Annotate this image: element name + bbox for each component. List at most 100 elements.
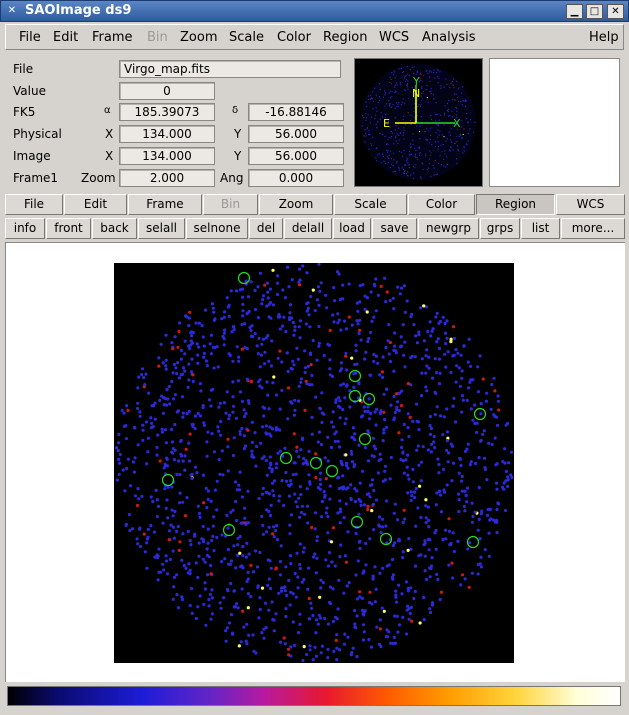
- image-pixel: [425, 348, 429, 352]
- image-pixel: [212, 318, 216, 322]
- region-delall-button[interactable]: delall: [284, 218, 332, 239]
- image-pixel: [434, 547, 438, 551]
- menu-region[interactable]: Region: [323, 30, 368, 45]
- button-color[interactable]: Color: [408, 194, 475, 215]
- image-pixel: [374, 587, 378, 591]
- region-grps-button[interactable]: grps: [480, 218, 520, 239]
- image-pixel: [492, 413, 496, 417]
- image-pixel: [456, 492, 461, 496]
- image-pixel: [373, 410, 377, 414]
- button-file[interactable]: File: [5, 194, 63, 215]
- region-info-button[interactable]: info: [5, 218, 45, 239]
- button-frame[interactable]: Frame: [128, 194, 202, 215]
- image-pixel: [424, 516, 428, 520]
- menu-help[interactable]: Help: [589, 30, 619, 45]
- image-pixel: [341, 283, 345, 287]
- image-pixel: [457, 96, 459, 98]
- image-pixel: [141, 438, 145, 442]
- minimize-icon[interactable]: ▁: [566, 4, 583, 19]
- image-pixel: [445, 140, 447, 142]
- image-pixel: [380, 162, 382, 164]
- image-pixel: [272, 375, 276, 379]
- image-pixel: [425, 155, 427, 157]
- image-pixel: [384, 90, 386, 92]
- image-pixel: [419, 125, 421, 127]
- image-pixel: [234, 416, 239, 420]
- region-circle[interactable]: [325, 464, 339, 478]
- region-selall-button[interactable]: selall: [138, 218, 185, 239]
- menu-bin[interactable]: Bin: [147, 30, 168, 45]
- menu-frame[interactable]: Frame: [92, 30, 133, 45]
- image-pixel: [443, 114, 445, 116]
- region-back-button[interactable]: back: [92, 218, 137, 239]
- image-pixel: [404, 80, 407, 82]
- image-pixel: [409, 490, 413, 494]
- region-more-button[interactable]: more...: [561, 218, 625, 239]
- button-scale[interactable]: Scale: [334, 194, 407, 215]
- image-pixel: [300, 504, 304, 508]
- fits-image[interactable]: [114, 263, 514, 663]
- image-pixel: [271, 532, 275, 536]
- image-pixel: [305, 487, 309, 491]
- maximize-icon[interactable]: □: [586, 4, 603, 19]
- image-pixel: [256, 316, 260, 320]
- image-canvas[interactable]: [5, 242, 625, 682]
- image-pixel: [473, 461, 478, 466]
- panner-view[interactable]: Y N E X: [354, 58, 483, 187]
- button-zoom[interactable]: Zoom: [259, 194, 333, 215]
- file-value: Virgo_map.fits: [119, 60, 341, 78]
- region-del-button[interactable]: del: [249, 218, 283, 239]
- region-load-button[interactable]: load: [333, 218, 371, 239]
- image-pixel: [395, 102, 397, 104]
- image-pixel: [117, 472, 121, 476]
- menu-analysis[interactable]: Analysis: [422, 30, 476, 45]
- image-pixel: [310, 606, 314, 610]
- region-save-button[interactable]: save: [372, 218, 417, 239]
- close-icon[interactable]: ✕: [607, 4, 624, 19]
- region-circle[interactable]: [279, 451, 293, 465]
- button-wcs[interactable]: WCS: [556, 194, 625, 215]
- image-pixel: [162, 466, 166, 470]
- image-pixel: [420, 104, 422, 106]
- image-pixel: [336, 439, 340, 443]
- image-pixel: [244, 555, 248, 559]
- image-pixel: [378, 373, 382, 377]
- image-pixel: [323, 293, 328, 297]
- image-pixel: [222, 331, 226, 335]
- image-pixel: [189, 339, 193, 343]
- region-circle[interactable]: [348, 389, 362, 403]
- image-pixel: [145, 462, 149, 466]
- region-circle[interactable]: [358, 432, 372, 446]
- image-pixel: [381, 355, 385, 359]
- region-list-button[interactable]: list: [521, 218, 560, 239]
- menu-color[interactable]: Color: [277, 30, 311, 45]
- image-pixel: [493, 389, 497, 393]
- menu-edit[interactable]: Edit: [53, 30, 78, 45]
- x-icon[interactable]: ✕: [5, 4, 19, 18]
- region-front-button[interactable]: front: [46, 218, 91, 239]
- region-circle[interactable]: [237, 271, 251, 285]
- image-pixel: [178, 540, 182, 544]
- image-pixel: [242, 447, 246, 451]
- menu-wcs[interactable]: WCS: [379, 30, 409, 45]
- region-selnone-button[interactable]: selnone: [186, 218, 248, 239]
- menu-scale[interactable]: Scale: [229, 30, 264, 45]
- region-circle[interactable]: [309, 456, 323, 470]
- magnifier-view: [489, 58, 620, 187]
- colorbar[interactable]: [7, 686, 621, 706]
- button-region[interactable]: Region: [476, 194, 555, 215]
- region-circle[interactable]: [161, 473, 175, 487]
- button-bin[interactable]: Bin: [203, 194, 258, 215]
- image-pixel: [397, 105, 400, 107]
- image-pixel: [396, 162, 398, 164]
- menu-file[interactable]: File: [19, 30, 41, 45]
- image-pixel: [160, 394, 164, 398]
- image-pixel: [231, 453, 235, 458]
- menu-zoom[interactable]: Zoom: [180, 30, 217, 45]
- button-edit[interactable]: Edit: [64, 194, 127, 215]
- image-pixel: [409, 605, 413, 609]
- image-pixel: [307, 566, 311, 570]
- image-pixel: [435, 340, 439, 344]
- image-pixel: [444, 365, 448, 369]
- region-newgrp-button[interactable]: newgrp: [418, 218, 479, 239]
